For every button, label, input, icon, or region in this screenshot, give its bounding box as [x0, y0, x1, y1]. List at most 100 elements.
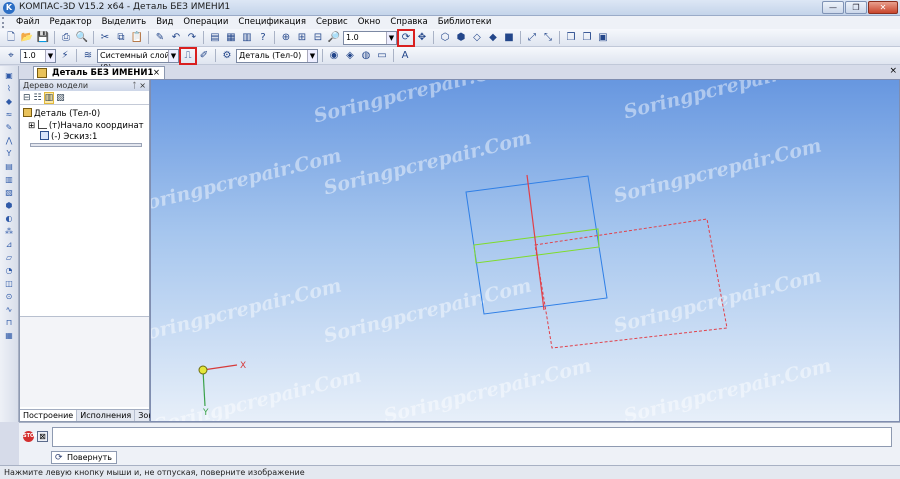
- spec-icon[interactable]: ▥: [3, 174, 16, 185]
- shaded-icon[interactable]: ■: [502, 31, 516, 45]
- close-button[interactable]: ✕: [868, 1, 898, 14]
- wireframe-icon[interactable]: ⬡: [438, 31, 452, 45]
- undo-icon[interactable]: ↶: [169, 31, 183, 45]
- edit-icon[interactable]: ✎: [3, 122, 16, 133]
- horizontal-scrollbar[interactable]: [30, 143, 142, 147]
- curve-icon[interactable]: ∿: [3, 304, 16, 315]
- part-combo[interactable]: Деталь (Тел-0) ▼: [236, 48, 318, 63]
- pan-icon[interactable]: ✥: [415, 31, 429, 45]
- menu-help[interactable]: Справка: [385, 16, 432, 29]
- open-file-icon[interactable]: 📂: [20, 31, 34, 45]
- sheet-icon[interactable]: ▱: [3, 252, 16, 263]
- side-plane-edge[interactable]: [526, 174, 545, 311]
- tree-split-icon[interactable]: ▧: [56, 93, 65, 103]
- array-icon[interactable]: ⁂: [3, 226, 16, 237]
- hidden-thin-icon[interactable]: ◇: [470, 31, 484, 45]
- text-style-icon[interactable]: A: [398, 49, 412, 63]
- measurement-icon[interactable]: Y: [3, 148, 16, 159]
- close-icon[interactable]: ×: [153, 67, 160, 79]
- symbol-icon[interactable]: ≈: [3, 109, 16, 120]
- cut-icon[interactable]: ✂: [98, 31, 112, 45]
- minimize-button[interactable]: —: [822, 1, 844, 14]
- assembly-view-icon[interactable]: ❐: [580, 31, 594, 45]
- diagnostic-icon[interactable]: ◔: [3, 265, 16, 276]
- menu-view[interactable]: Вид: [151, 16, 178, 29]
- menu-window[interactable]: Окно: [353, 16, 386, 29]
- menu-service[interactable]: Сервис: [311, 16, 353, 29]
- pipe-icon[interactable]: ⊓: [3, 317, 16, 328]
- dimension-icon[interactable]: ◆: [3, 96, 16, 107]
- orientation-icon[interactable]: ⤢: [525, 31, 539, 45]
- tree-item-part[interactable]: Деталь (Тел-0): [23, 108, 100, 120]
- chevron-down-icon[interactable]: ▼: [168, 49, 178, 62]
- redo-icon[interactable]: ↷: [185, 31, 199, 45]
- model-viewport[interactable]: Soringpcrepair.Com Soringpcrepair.Com So…: [150, 79, 900, 422]
- restore-button[interactable]: ❐: [845, 1, 867, 14]
- zoom-in-icon[interactable]: ⊞: [295, 31, 309, 45]
- paste-icon[interactable]: 📋: [130, 31, 144, 45]
- rotate-icon[interactable]: ⟳: [397, 28, 415, 47]
- manager-icon[interactable]: ▤: [208, 31, 222, 45]
- section-icon[interactable]: ⤡: [541, 31, 555, 45]
- dock-icon[interactable]: ⊠: [37, 431, 48, 442]
- new-file-icon[interactable]: 🗋: [4, 31, 18, 45]
- layer-combo[interactable]: Системный слой (0)▼: [97, 48, 179, 72]
- surface-icon[interactable]: ◐: [3, 213, 16, 224]
- chevron-down-icon[interactable]: ▼: [307, 49, 317, 62]
- measure-icon[interactable]: ▭: [375, 49, 389, 63]
- mesh-icon[interactable]: ◫: [3, 278, 16, 289]
- tab-build[interactable]: Построение: [20, 410, 78, 421]
- menu-operations[interactable]: Операции: [178, 16, 233, 29]
- menu-file[interactable]: Файл: [11, 16, 44, 29]
- material-icon[interactable]: ◈: [343, 49, 357, 63]
- layer-icon[interactable]: ≋: [81, 49, 95, 63]
- snap-icon[interactable]: ⚡: [58, 49, 72, 63]
- edit-part-icon[interactable]: ✐: [197, 49, 211, 63]
- menu-grip[interactable]: [2, 17, 8, 28]
- tree-order-icon[interactable]: ⊟: [23, 93, 31, 103]
- zoom-scale-icon[interactable]: 🔎: [327, 31, 341, 45]
- line-scale-combo[interactable]: 1.0 ▼: [20, 48, 56, 63]
- halftone-icon[interactable]: ◆: [486, 31, 500, 45]
- help-cursor-icon[interactable]: ?: [256, 31, 270, 45]
- close-icon[interactable]: ×: [889, 66, 897, 76]
- menu-specification[interactable]: Спецификация: [233, 16, 311, 29]
- part-view-icon[interactable]: ❒: [564, 31, 578, 45]
- menu-select[interactable]: Выделить: [97, 16, 152, 29]
- copy-icon[interactable]: ⧉: [114, 31, 128, 45]
- color-icon[interactable]: ◉: [327, 49, 341, 63]
- save-icon[interactable]: 💾: [36, 31, 50, 45]
- axis-x[interactable]: [202, 364, 238, 371]
- geometry-icon[interactable]: ⌇: [3, 83, 16, 94]
- aux-geometry-icon[interactable]: ⊿: [3, 239, 16, 250]
- select-icon[interactable]: ▣: [3, 70, 16, 81]
- library-icon[interactable]: ▥: [240, 31, 254, 45]
- selection-icon[interactable]: ▤: [3, 161, 16, 172]
- origin-point-icon[interactable]: [198, 365, 208, 375]
- print-icon[interactable]: ⎙: [59, 31, 73, 45]
- zoom-out-icon[interactable]: ⊟: [311, 31, 325, 45]
- tree-view-icon[interactable]: ▥: [43, 91, 55, 104]
- hidden-lines-icon[interactable]: ⬢: [454, 31, 468, 45]
- texture-icon[interactable]: ◍: [359, 49, 373, 63]
- chevron-down-icon[interactable]: ▼: [45, 49, 55, 62]
- pin-icon[interactable]: ᛏ ×: [132, 80, 146, 91]
- menu-libraries[interactable]: Библиотеки: [433, 16, 497, 29]
- preview-icon[interactable]: 🔍: [75, 31, 89, 45]
- style-icon[interactable]: ▣: [596, 31, 610, 45]
- stop-icon[interactable]: STOP: [23, 431, 38, 442]
- command-field[interactable]: [52, 427, 892, 447]
- menu-editor[interactable]: Редактор: [44, 16, 96, 29]
- format-icon[interactable]: ✎: [153, 31, 167, 45]
- parameters-icon[interactable]: ⚙: [220, 49, 234, 63]
- solid-icon[interactable]: ⬢: [3, 200, 16, 211]
- tab-rotate[interactable]: ⟳ Повернуть: [51, 451, 117, 464]
- side-plane[interactable]: [534, 218, 728, 349]
- sketch-icon[interactable]: ⎍: [179, 46, 197, 65]
- report-icon[interactable]: ▧: [3, 187, 16, 198]
- properties-icon[interactable]: ▦: [224, 31, 238, 45]
- zoom-combo[interactable]: 1.0 ▼: [343, 30, 397, 45]
- parametrization-icon[interactable]: ⋀: [3, 135, 16, 146]
- chevron-down-icon[interactable]: ▼: [386, 31, 396, 44]
- tree-structure-icon[interactable]: ☷: [34, 93, 42, 103]
